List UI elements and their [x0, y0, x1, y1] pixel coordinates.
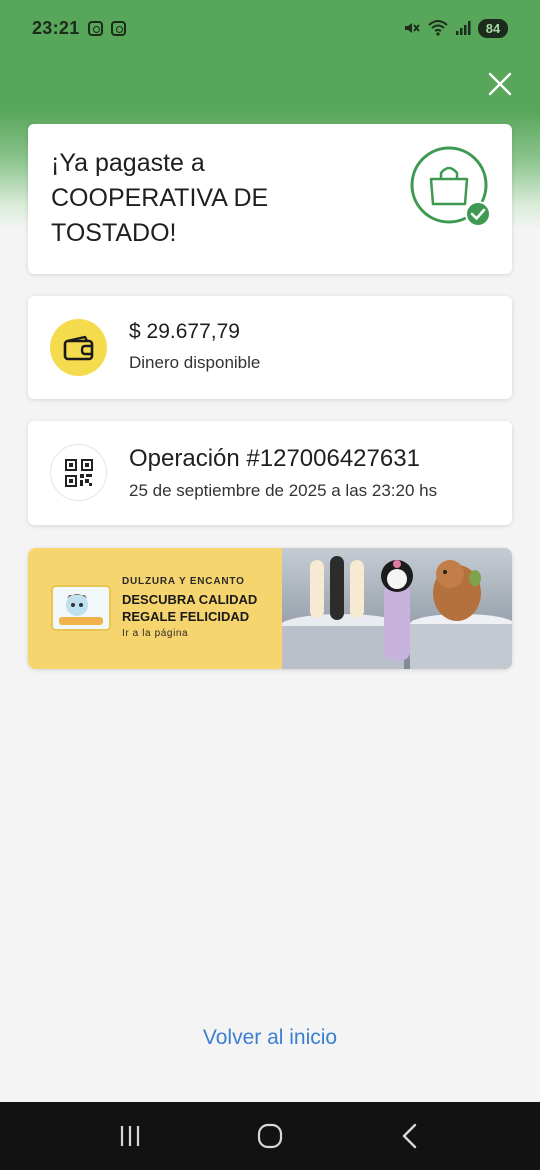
- balance-amount: $ 29.677,79: [129, 320, 240, 343]
- close-icon: [488, 72, 512, 96]
- status-bar: 23:21 84: [0, 0, 540, 56]
- back-to-home-link[interactable]: Volver al inicio: [0, 1026, 540, 1050]
- balance-label: Dinero disponible: [129, 353, 261, 372]
- banner-link[interactable]: Ir a la página: [122, 628, 188, 639]
- instagram-icon: [110, 20, 126, 36]
- home-icon: [257, 1123, 283, 1149]
- payment-title: ¡Ya pagaste a COOPERATIVA DE TOSTADO!: [51, 146, 371, 251]
- payment-title-line: COOPERATIVA DE: [51, 184, 269, 212]
- qr-avatar: [50, 444, 107, 501]
- battery-indicator: 84: [478, 18, 508, 38]
- plush-logo-image: [53, 587, 109, 629]
- banner-kicker: DULZURA Y ENCANTO: [122, 576, 245, 587]
- back-icon: [402, 1123, 417, 1149]
- system-nav-bar: [0, 1102, 540, 1170]
- payment-title-line: ¡Ya pagaste a: [51, 149, 205, 177]
- signal-icon: [456, 21, 471, 35]
- promo-banner[interactable]: DULZURA Y ENCANTO DESCUBRA CALIDAD REGAL…: [28, 548, 512, 669]
- close-button[interactable]: [488, 72, 512, 96]
- banner-text-area: DULZURA Y ENCANTO DESCUBRA CALIDAD REGAL…: [28, 548, 282, 669]
- wifi-icon: [428, 20, 448, 36]
- back-button[interactable]: [390, 1116, 430, 1156]
- status-left: 23:21: [32, 18, 126, 39]
- wallet-icon: [63, 335, 93, 360]
- banner-image: [280, 548, 512, 669]
- qr-code-icon: [64, 458, 93, 487]
- banner-headline-line: REGALE FELICIDAD: [122, 609, 250, 624]
- operation-title: Operación #127006427631: [129, 445, 420, 472]
- banner-logo: [51, 585, 111, 631]
- banner-headline: DESCUBRA CALIDAD REGALE FELICIDAD: [122, 591, 272, 625]
- recent-apps-button[interactable]: [110, 1116, 150, 1156]
- balance-card[interactable]: $ 29.677,79 Dinero disponible: [28, 296, 512, 399]
- home-button[interactable]: [250, 1116, 290, 1156]
- payment-confirmation-card: ¡Ya pagaste a COOPERATIVA DE TOSTADO!: [28, 124, 512, 274]
- plush-toys-image: [280, 548, 512, 669]
- shopping-bag-check-icon: [410, 146, 491, 227]
- recent-apps-icon: [120, 1126, 140, 1146]
- operation-card[interactable]: Operación #127006427631 25 de septiembre…: [28, 421, 512, 525]
- mute-icon: [405, 23, 420, 33]
- operation-date: 25 de septiembre de 2025 a las 23:20 hs: [129, 481, 438, 500]
- status-time: 23:21: [32, 17, 80, 38]
- instagram-icon: [87, 20, 103, 36]
- wallet-avatar: [50, 319, 107, 376]
- banner-headline-line: DESCUBRA CALIDAD: [122, 592, 258, 607]
- payment-title-line: TOSTADO!: [51, 219, 177, 247]
- status-right: 84: [403, 18, 508, 38]
